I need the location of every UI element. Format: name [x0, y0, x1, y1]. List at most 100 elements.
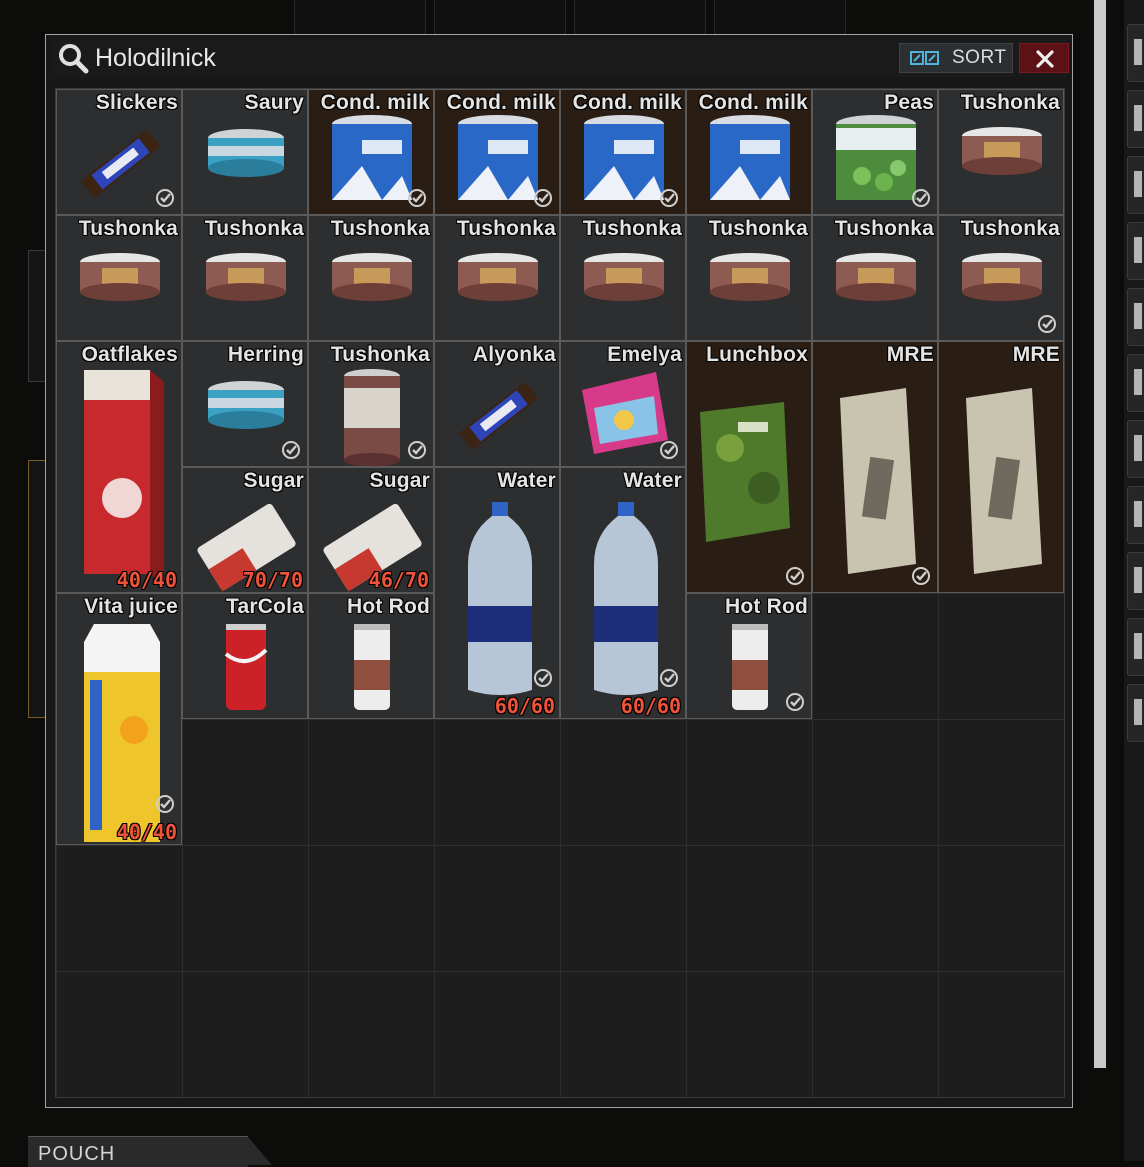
pouch-tab[interactable]: POUCH: [28, 1136, 272, 1167]
inventory-item[interactable]: Lunchbox: [686, 341, 812, 593]
side-slot-button[interactable]: [1127, 288, 1144, 346]
side-slot-button[interactable]: [1127, 684, 1144, 742]
close-icon: [1036, 50, 1054, 68]
item-name: Sugar: [243, 469, 304, 492]
examined-check-icon: [408, 441, 426, 459]
item-name: Sugar: [369, 469, 430, 492]
inventory-item[interactable]: Tushonka: [56, 215, 182, 341]
title-bar[interactable]: Holodilnick SORT: [51, 39, 1069, 77]
scrollbar[interactable]: [1094, 0, 1106, 1068]
side-slot-button[interactable]: [1127, 222, 1144, 280]
item-name: Tushonka: [960, 91, 1060, 114]
inventory-item[interactable]: Tushonka: [560, 215, 686, 341]
top-tab: [434, 0, 566, 34]
inventory-item[interactable]: Tushonka: [938, 215, 1064, 341]
examined-check-icon: [156, 189, 174, 207]
examined-check-icon: [156, 795, 174, 813]
item-name: TarCola: [225, 595, 304, 618]
examined-check-icon: [660, 441, 678, 459]
side-slot-button[interactable]: [1127, 486, 1144, 544]
item-name: Saury: [244, 91, 304, 114]
inventory-item[interactable]: Cond. milk: [686, 89, 812, 215]
item-name: Cond. milk: [698, 91, 808, 114]
item-count: 40/40: [116, 820, 177, 844]
side-slot-button[interactable]: [1127, 24, 1144, 82]
inventory-item[interactable]: Water 60/60: [434, 467, 560, 719]
container-window: Holodilnick SORT Slickers Saury Cond. milk…: [45, 34, 1073, 1108]
item-name: Tushonka: [330, 217, 430, 240]
item-name: Tushonka: [960, 217, 1060, 240]
inventory-item[interactable]: Saury: [182, 89, 308, 215]
examined-check-icon: [912, 567, 930, 585]
item-name: Cond. milk: [572, 91, 682, 114]
side-slot-button[interactable]: [1127, 618, 1144, 676]
mre-pack-icon: [966, 388, 1042, 574]
item-count: 60/60: [620, 694, 681, 718]
side-slot-button[interactable]: [1127, 90, 1144, 148]
item-name: Slickers: [95, 91, 178, 114]
inventory-item[interactable]: Oatflakes 40/40: [56, 341, 182, 593]
close-button[interactable]: [1019, 43, 1069, 73]
item-name: Tushonka: [204, 217, 304, 240]
side-slot-button[interactable]: [1127, 156, 1144, 214]
inventory-item[interactable]: Herring: [182, 341, 308, 467]
inventory-item[interactable]: Tushonka: [812, 215, 938, 341]
pouch-label: POUCH: [38, 1143, 116, 1165]
side-slot-button[interactable]: [1127, 552, 1144, 610]
item-name: MRE: [886, 343, 934, 366]
examined-check-icon: [408, 189, 426, 207]
inventory-item[interactable]: Tushonka: [686, 215, 812, 341]
inventory-grid[interactable]: Slickers Saury Cond. milk Cond. milk Cond. m…: [55, 88, 1065, 1098]
top-tab: [294, 0, 426, 34]
inventory-item[interactable]: Tushonka: [182, 215, 308, 341]
inventory-item[interactable]: Sugar 70/70: [182, 467, 308, 593]
item-count: 46/70: [368, 568, 429, 592]
item-name: Water: [623, 469, 682, 492]
examined-check-icon: [282, 441, 300, 459]
item-name: Peas: [884, 91, 934, 114]
inventory-item[interactable]: Vita juice 40/40: [56, 593, 182, 845]
examined-check-icon: [786, 693, 804, 711]
inventory-item[interactable]: TarCola: [182, 593, 308, 719]
item-name: MRE: [1012, 343, 1060, 366]
inventory-item[interactable]: Cond. milk: [434, 89, 560, 215]
inventory-item[interactable]: Hot Rod: [308, 593, 434, 719]
item-name: Hot Rod: [346, 595, 430, 618]
inventory-item[interactable]: Emelya: [560, 341, 686, 467]
lunchbox-pack-icon: [700, 402, 790, 542]
inventory-item[interactable]: Sugar 46/70: [308, 467, 434, 593]
item-name: Lunchbox: [706, 343, 808, 366]
inventory-item[interactable]: Tushonka: [434, 215, 560, 341]
side-slot-button[interactable]: [1127, 354, 1144, 412]
inventory-item[interactable]: Tushonka: [308, 341, 434, 467]
item-count: 60/60: [494, 694, 555, 718]
inventory-item[interactable]: Alyonka: [434, 341, 560, 467]
side-slot-button[interactable]: [1127, 420, 1144, 478]
inventory-item[interactable]: Tushonka: [308, 215, 434, 341]
inventory-item[interactable]: Hot Rod: [686, 593, 812, 719]
inventory-item[interactable]: Tushonka: [938, 89, 1064, 215]
item-name: Vita juice: [84, 595, 178, 618]
item-name: Tushonka: [834, 217, 934, 240]
inventory-item[interactable]: MRE: [938, 341, 1064, 593]
item-name: Cond. milk: [320, 91, 430, 114]
sort-label: SORT: [952, 47, 1007, 68]
item-name: Oatflakes: [81, 343, 178, 366]
inventory-item[interactable]: Cond. milk: [560, 89, 686, 215]
item-name: Alyonka: [472, 343, 556, 366]
mre-pack-icon: [840, 388, 916, 574]
item-name: Emelya: [607, 343, 682, 366]
inventory-item[interactable]: Peas: [812, 89, 938, 215]
item-name: Herring: [227, 343, 304, 366]
inventory-item[interactable]: Water 60/60: [560, 467, 686, 719]
inventory-item[interactable]: Cond. milk: [308, 89, 434, 215]
examined-check-icon: [660, 669, 678, 687]
search-icon[interactable]: [57, 42, 89, 74]
inventory-item[interactable]: MRE: [812, 341, 938, 593]
oatflakes-box-icon: [84, 370, 164, 584]
inventory-item[interactable]: Slickers: [56, 89, 182, 215]
item-name: Tushonka: [582, 217, 682, 240]
item-count: 40/40: [116, 568, 177, 592]
item-name: Hot Rod: [724, 595, 808, 618]
sort-button[interactable]: SORT: [899, 43, 1013, 73]
